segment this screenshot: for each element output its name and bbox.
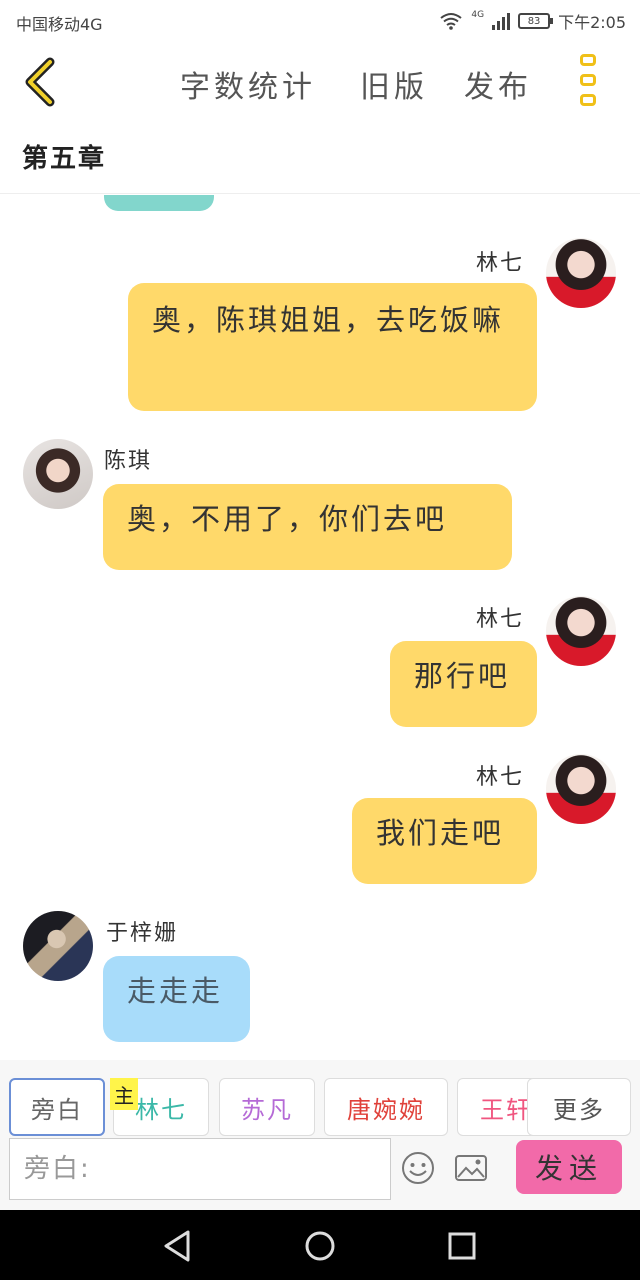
back-button[interactable] — [18, 56, 66, 108]
dot-icon — [580, 54, 596, 66]
publish-button[interactable]: 发布 — [464, 62, 532, 106]
signal-icon — [492, 12, 511, 30]
speaker-name: 林七 — [476, 765, 525, 790]
top-bar: 字数统计 旧版 发布 — [0, 44, 640, 120]
message-bubble-partial — [104, 195, 214, 211]
status-icons: 4G 83 下午2:05 — [439, 9, 626, 33]
avatar[interactable] — [546, 596, 616, 666]
role-su-fan[interactable]: 苏凡 — [219, 1078, 315, 1136]
role-label: 林七 — [135, 1095, 187, 1124]
speaker-name: 林七 — [476, 607, 525, 632]
chapter-header: 第五章 — [0, 120, 640, 194]
more-roles-button[interactable]: 更多 — [527, 1078, 631, 1136]
role-wang-xuan[interactable]: 王轩 — [457, 1078, 537, 1136]
dot-icon — [580, 74, 596, 86]
speaker-name: 于梓姗 — [106, 921, 179, 946]
more-menu-button[interactable] — [572, 54, 604, 106]
role-label: 更多 — [553, 1095, 605, 1124]
chevron-left-icon — [25, 57, 55, 107]
chapter-title: 第五章 — [22, 144, 107, 174]
speaker-name: 林七 — [476, 251, 525, 276]
old-version-button[interactable]: 旧版 — [360, 62, 428, 106]
message-bubble[interactable]: 那行吧 — [390, 641, 537, 727]
send-label: 发送 — [534, 1152, 603, 1185]
back-triangle-icon[interactable] — [158, 1226, 198, 1266]
chat-area[interactable]: 林七 奥，陈琪姐姐，去吃饭嘛 陈琪 奥，不用了，你们去吧 林七 那行吧 林七 我… — [0, 195, 640, 1060]
message-input[interactable] — [9, 1138, 391, 1200]
send-button[interactable]: 发送 — [516, 1140, 622, 1194]
speaker-name: 陈琪 — [104, 449, 153, 474]
home-circle-icon[interactable] — [300, 1226, 340, 1266]
role-narrator[interactable]: 旁白 — [9, 1078, 105, 1136]
emoji-icon[interactable] — [400, 1150, 436, 1186]
clock: 下午2:05 — [558, 13, 626, 32]
recents-square-icon[interactable] — [442, 1226, 482, 1266]
message-bubble[interactable]: 奥，不用了，你们去吧 — [103, 484, 512, 570]
network-type: 4G — [471, 10, 485, 20]
role-tang-wanwan[interactable]: 唐婉婉 — [324, 1078, 448, 1136]
role-label: 王轩 — [480, 1095, 532, 1124]
avatar[interactable] — [546, 754, 616, 824]
wifi-icon — [440, 13, 462, 30]
message-bubble[interactable]: 奥，陈琪姐姐，去吃饭嘛 — [128, 283, 537, 411]
battery-level: 83 — [527, 15, 541, 27]
word-count-button[interactable]: 字数统计 — [180, 62, 316, 106]
system-navigation-bar — [0, 1210, 640, 1280]
avatar[interactable] — [23, 911, 93, 981]
role-label: 苏凡 — [241, 1095, 293, 1124]
role-label: 旁白 — [31, 1095, 83, 1124]
carrier-label: 中国移动4G — [16, 15, 103, 34]
main-role-tag: 主 — [110, 1078, 138, 1110]
role-selector-bar: 旁白 林七 主 苏凡 唐婉婉 王轩 更多 发送 — [0, 1060, 640, 1210]
avatar[interactable] — [546, 238, 616, 308]
message-bubble[interactable]: 走走走 — [103, 956, 250, 1042]
status-bar: 中国移动4G 4G 83 下午2:05 — [0, 0, 640, 44]
image-icon[interactable] — [453, 1150, 489, 1186]
dot-icon — [580, 94, 596, 106]
role-label: 唐婉婉 — [347, 1095, 425, 1124]
avatar[interactable] — [23, 439, 93, 509]
message-bubble[interactable]: 我们走吧 — [352, 798, 537, 884]
battery-icon: 83 — [518, 13, 554, 29]
input-row: 发送 — [0, 1138, 640, 1210]
